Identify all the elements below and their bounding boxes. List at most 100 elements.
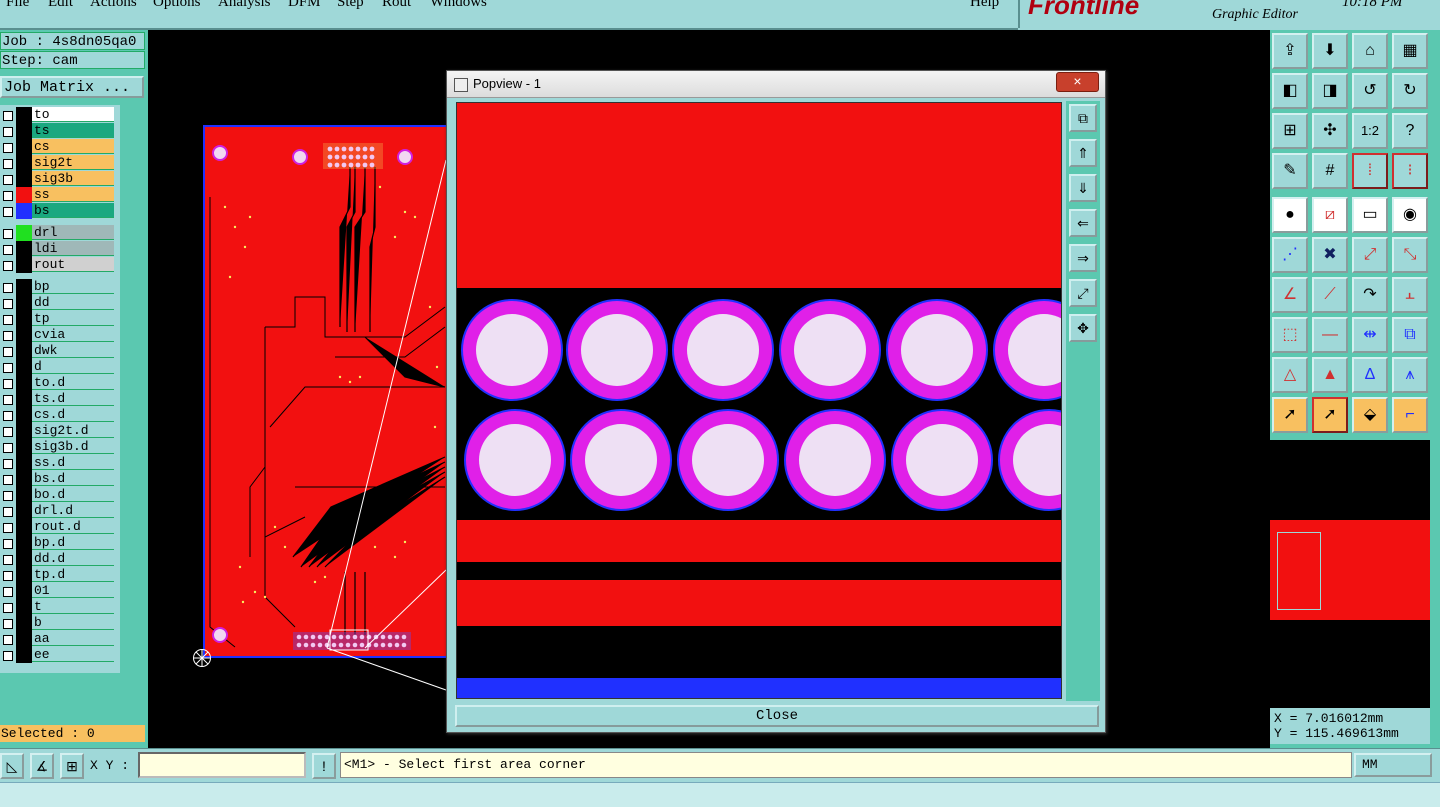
pad-select-icon[interactable]: ⬚ bbox=[1272, 317, 1308, 353]
layer-name[interactable]: ss bbox=[32, 187, 114, 202]
popview-titlebar[interactable]: Popview - 1 × bbox=[447, 71, 1105, 98]
pcb-board[interactable] bbox=[203, 125, 448, 658]
layer-row-bs-d[interactable]: bs.d bbox=[0, 471, 116, 487]
zoom-out-icon[interactable]: ✥ bbox=[1069, 314, 1097, 342]
layer-row-to-d[interactable]: to.d bbox=[0, 375, 116, 391]
layer-checkbox[interactable] bbox=[3, 207, 13, 217]
layer-checkbox[interactable] bbox=[3, 159, 13, 169]
minimap-viewport[interactable] bbox=[1277, 532, 1321, 610]
layer-name[interactable]: cs.d bbox=[32, 407, 114, 422]
layer-name[interactable]: bs.d bbox=[32, 471, 114, 486]
job-matrix-button[interactable]: Job Matrix ... bbox=[0, 76, 144, 98]
select-box-icon[interactable]: ➚ bbox=[1312, 397, 1348, 433]
slash-line-icon[interactable]: ⟋ bbox=[1312, 277, 1348, 313]
redo-view-icon[interactable]: ↻ bbox=[1392, 73, 1428, 109]
layer-row-bp[interactable]: bp bbox=[0, 279, 116, 295]
extend-line-icon[interactable]: ⤡ bbox=[1392, 237, 1428, 273]
overview-minimap[interactable] bbox=[1270, 440, 1430, 730]
layer-color-swatch[interactable] bbox=[16, 407, 32, 423]
menu-help[interactable]: Help bbox=[970, 0, 999, 11]
layer-color-swatch[interactable] bbox=[16, 171, 32, 187]
layer-row-sig3b[interactable]: sig3b bbox=[0, 171, 116, 187]
palette-icon[interactable]: ✎ bbox=[1272, 153, 1308, 189]
layer-color-swatch[interactable] bbox=[16, 343, 32, 359]
layer-name[interactable]: to bbox=[32, 107, 114, 122]
grid-snap-icon[interactable]: ⊞ bbox=[60, 753, 84, 779]
triangle-cut-icon[interactable]: ⩚ bbox=[1392, 357, 1428, 393]
layer-name[interactable]: rout bbox=[32, 257, 114, 272]
layer-checkbox[interactable] bbox=[3, 347, 13, 357]
pan-down-icon[interactable]: ⇓ bbox=[1069, 174, 1097, 202]
angle-snap-icon[interactable]: ∡ bbox=[30, 753, 54, 779]
zoom-in-icon[interactable]: ⤢ bbox=[1069, 279, 1097, 307]
layer-row-drl-d[interactable]: drl.d bbox=[0, 503, 116, 519]
layer-color-swatch[interactable] bbox=[16, 327, 32, 343]
layer-checkbox[interactable] bbox=[3, 363, 13, 373]
xy-input[interactable] bbox=[138, 752, 306, 778]
mirror-icon[interactable]: ⫠ bbox=[1392, 277, 1428, 313]
layer-color-swatch[interactable] bbox=[16, 203, 32, 219]
undo-view-icon[interactable]: ↺ bbox=[1352, 73, 1388, 109]
layer-name[interactable]: aa bbox=[32, 631, 114, 646]
layer-checkbox[interactable] bbox=[3, 143, 13, 153]
select-net-icon[interactable]: ⬙ bbox=[1352, 397, 1388, 433]
popview-canvas[interactable] bbox=[456, 102, 1062, 699]
home-icon[interactable]: ⌂ bbox=[1352, 33, 1388, 69]
layer-row-tp-d[interactable]: tp.d bbox=[0, 567, 116, 583]
layer-checkbox[interactable] bbox=[3, 175, 13, 185]
layer-color-swatch[interactable] bbox=[16, 359, 32, 375]
layer-color-swatch[interactable] bbox=[16, 279, 32, 295]
layer-row-cvia[interactable]: cvia bbox=[0, 327, 116, 343]
menu-edit[interactable]: Edit bbox=[48, 0, 73, 11]
layer-name[interactable]: bp.d bbox=[32, 535, 114, 550]
layer-checkbox[interactable] bbox=[3, 475, 13, 485]
layer-color-swatch[interactable] bbox=[16, 615, 32, 631]
layer-checkbox[interactable] bbox=[3, 427, 13, 437]
layer-name[interactable]: sig3b.d bbox=[32, 439, 114, 454]
layer-name[interactable]: dd bbox=[32, 295, 114, 310]
menu-options[interactable]: Options bbox=[153, 0, 201, 11]
grid-icon[interactable]: # bbox=[1312, 153, 1348, 189]
layer-name[interactable]: ee bbox=[32, 647, 114, 662]
layer-name[interactable]: dwk bbox=[32, 343, 114, 358]
move-right-icon[interactable]: ◨ bbox=[1312, 73, 1348, 109]
layer-checkbox[interactable] bbox=[3, 491, 13, 501]
layer-name[interactable]: ss.d bbox=[32, 455, 114, 470]
layer-row-cs[interactable]: cs bbox=[0, 139, 116, 155]
layer-row-sig3b-d[interactable]: sig3b.d bbox=[0, 439, 116, 455]
split-line-icon[interactable]: ⤢ bbox=[1352, 237, 1388, 273]
layer-checkbox[interactable] bbox=[3, 539, 13, 549]
layer-row-t[interactable]: t bbox=[0, 599, 116, 615]
layer-row-dd[interactable]: dd bbox=[0, 295, 116, 311]
layer-color-swatch[interactable] bbox=[16, 155, 32, 171]
group-pads-icon[interactable]: ⧉ bbox=[1392, 317, 1428, 353]
layer-color-swatch[interactable] bbox=[16, 519, 32, 535]
layer-checkbox[interactable] bbox=[3, 229, 13, 239]
layer-name[interactable]: 01 bbox=[32, 583, 114, 598]
layer-row-b[interactable]: b bbox=[0, 615, 116, 631]
layer-name[interactable]: cs bbox=[32, 139, 114, 154]
delete-node-icon[interactable]: ✖ bbox=[1312, 237, 1348, 273]
measure-icon[interactable]: ⇹ bbox=[1352, 317, 1388, 353]
layer-checkbox[interactable] bbox=[3, 111, 13, 121]
angle-icon[interactable]: ∠ bbox=[1272, 277, 1308, 313]
menu-windows[interactable]: Windows bbox=[430, 0, 487, 11]
menu-file[interactable]: File bbox=[6, 0, 29, 11]
layer-row-rout[interactable]: rout bbox=[0, 257, 116, 273]
layer-checkbox[interactable] bbox=[3, 283, 13, 293]
layer-checkbox[interactable] bbox=[3, 191, 13, 201]
layer-color-swatch[interactable] bbox=[16, 423, 32, 439]
layer-color-swatch[interactable] bbox=[16, 567, 32, 583]
layer-row-bp-d[interactable]: bp.d bbox=[0, 535, 116, 551]
layer-row-d[interactable]: d bbox=[0, 359, 116, 375]
zoom-box-icon[interactable]: ✣ bbox=[1312, 113, 1348, 149]
pan-right-icon[interactable]: ⇒ bbox=[1069, 244, 1097, 272]
connect-nodes-icon[interactable]: ⋰ bbox=[1272, 237, 1308, 273]
layer-row-ts-d[interactable]: ts.d bbox=[0, 391, 116, 407]
layer-checkbox[interactable] bbox=[3, 619, 13, 629]
popview-close-button[interactable]: Close bbox=[455, 705, 1099, 727]
layer-color-swatch[interactable] bbox=[16, 295, 32, 311]
layer-row-ss[interactable]: ss bbox=[0, 187, 116, 203]
layer-color-swatch[interactable] bbox=[16, 599, 32, 615]
layer-checkbox[interactable] bbox=[3, 331, 13, 341]
